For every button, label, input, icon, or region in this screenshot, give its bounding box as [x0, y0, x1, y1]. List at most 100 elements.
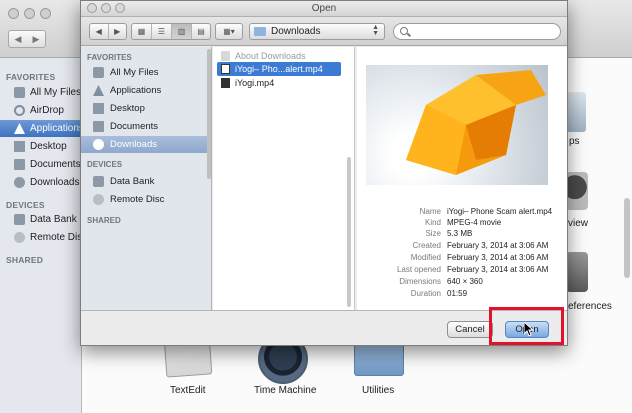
finder-sidebar-item-documents[interactable]: Documents: [0, 156, 82, 173]
finder-sidebar: FAVORITES All My Files AirDrop Applicati…: [0, 58, 87, 413]
file-item-label: iYogi– Pho...alert.mp4: [235, 64, 323, 74]
finder-sidebar-item-label: Remote Disc: [30, 232, 88, 243]
finder-sidebar-item-label: AirDrop: [30, 105, 64, 116]
finder-sidebar-item-label: Applications: [30, 123, 84, 134]
cover-flow-button[interactable]: ▤: [192, 24, 210, 39]
sidebar-item-remote-disc[interactable]: Remote Disc: [81, 191, 209, 208]
search-icon: [400, 27, 408, 35]
finder-sidebar-item-data-bank[interactable]: Data Bank: [0, 211, 82, 228]
documents-icon: [14, 159, 25, 170]
back-button[interactable]: ◀: [90, 24, 109, 39]
sidebar-item-all-my-files[interactable]: All My Files: [81, 64, 209, 81]
finder-sidebar-shared-header: SHARED: [6, 255, 44, 265]
metadata-value: 5.3 MB: [447, 229, 473, 238]
document-icon: [221, 51, 230, 61]
metadata-row: Last opened February 3, 2014 at 3:06 AM: [357, 265, 567, 276]
search-field[interactable]: [393, 23, 561, 40]
icon-view-button[interactable]: ▦: [132, 24, 152, 39]
sidebar-item-documents[interactable]: Documents: [81, 118, 209, 135]
app-icon-partial[interactable]: [566, 172, 588, 210]
forward-button[interactable]: ▶: [109, 24, 127, 39]
column-view-button[interactable]: ▥: [172, 24, 192, 39]
arrange-button[interactable]: ▦▾: [216, 24, 242, 39]
metadata-key: Created: [412, 241, 441, 250]
list-icon: ☰: [157, 27, 166, 36]
dialog-titlebar: Open: [81, 1, 567, 17]
finder-sidebar-item-label: Desktop: [30, 141, 67, 152]
system-preferences-icon[interactable]: [566, 252, 588, 292]
chevron-left-icon: ◀: [95, 27, 102, 36]
downloads-icon: [93, 139, 104, 150]
metadata-key: Last opened: [396, 265, 441, 274]
app-label-partial: ps: [569, 136, 580, 147]
finder-sidebar-item-remote-disc[interactable]: Remote Disc: [0, 229, 87, 246]
sidebar-favorites-header: FAVORITES: [87, 53, 132, 62]
list-view-button[interactable]: ☰: [152, 24, 172, 39]
all-files-icon: [93, 67, 104, 78]
finder-sidebar-item-applications[interactable]: Applications: [0, 120, 84, 137]
sidebar-scrollbar[interactable]: [207, 49, 211, 179]
orange-shape-graphic: [406, 70, 546, 175]
sidebar-item-applications[interactable]: Applications: [81, 82, 209, 99]
sidebar-item-label: Documents: [110, 121, 159, 132]
chevron-left-icon: ◀: [14, 33, 22, 44]
video-thumbnail[interactable]: [366, 65, 548, 185]
minimize-icon[interactable]: [24, 8, 35, 19]
popup-arrows-icon: ▲ ▼: [372, 24, 379, 37]
sidebar-item-label: Remote Disc: [110, 194, 165, 205]
finder-scrollbar[interactable]: [624, 198, 630, 278]
finder-sidebar-item-desktop[interactable]: Desktop: [0, 138, 82, 155]
location-popup[interactable]: Downloads ▲ ▼: [249, 23, 385, 40]
sidebar-item-desktop[interactable]: Desktop: [81, 100, 209, 117]
metadata-value: iYogi– Phone Scam alert.mp4: [447, 207, 553, 216]
airdrop-icon: [14, 105, 25, 116]
finder-sidebar-item-airdrop[interactable]: AirDrop: [0, 102, 82, 119]
preview-pane: Name iYogi– Phone Scam alert.mp4 Kind MP…: [357, 47, 567, 310]
finder-sidebar-item-label: Documents: [30, 159, 81, 170]
file-item-label: About Downloads: [235, 51, 306, 61]
metadata-row: Created February 3, 2014 at 3:06 AM: [357, 241, 567, 252]
sidebar-item-label: Desktop: [110, 103, 145, 114]
finder-sidebar-item-downloads[interactable]: Downloads: [0, 174, 82, 191]
file-column: About Downloads iYogi– Pho...alert.mp4 i…: [213, 47, 355, 310]
disc-icon: [93, 194, 104, 205]
app-icon-partial[interactable]: [566, 92, 586, 132]
metadata-key: Dimensions: [399, 277, 441, 286]
open-dialog: Open ◀ ▶ ▦ ☰ ▥ ▤ ▦▾ Downloads ▲ ▼ FAVORIT…: [80, 0, 568, 346]
hard-drive-icon: [14, 214, 25, 225]
app-label-partial: view: [568, 218, 589, 229]
finder-sidebar-item-all-my-files[interactable]: All My Files: [0, 84, 82, 101]
zoom-icon[interactable]: [40, 8, 51, 19]
finder-sidebar-item-label: All My Files: [30, 87, 82, 98]
folder-icon: [254, 27, 266, 36]
sidebar-item-label: All My Files: [110, 67, 159, 78]
metadata-row: Modified February 3, 2014 at 3:06 AM: [357, 253, 567, 264]
sidebar-devices-header: DEVICES: [87, 160, 123, 169]
sidebar-item-downloads[interactable]: Downloads: [81, 136, 209, 153]
movie-file-icon: [221, 64, 230, 74]
metadata-value: February 3, 2014 at 3:06 AM: [447, 241, 549, 250]
file-item-phone-scam-video[interactable]: iYogi– Pho...alert.mp4: [217, 62, 341, 76]
downloads-icon: [14, 177, 25, 188]
metadata-key: Duration: [410, 289, 441, 298]
metadata-value: February 3, 2014 at 3:06 AM: [447, 253, 549, 262]
chevron-right-icon: ▶: [114, 27, 121, 36]
sidebar-item-data-bank[interactable]: Data Bank: [81, 173, 209, 190]
cancel-button[interactable]: Cancel: [447, 321, 493, 338]
app-label-partial: eferences: [568, 301, 612, 312]
metadata-key: Name: [419, 207, 441, 216]
applications-icon: [93, 85, 104, 96]
file-column-scrollbar[interactable]: [347, 157, 351, 307]
file-item-about-downloads[interactable]: About Downloads: [217, 49, 341, 63]
hard-drive-icon: [93, 176, 104, 187]
dialog-toolbar: ◀ ▶ ▦ ☰ ▥ ▤ ▦▾ Downloads ▲ ▼: [81, 17, 567, 46]
back-forward-control: ◀ ▶: [89, 23, 127, 40]
dialog-sidebar: FAVORITES All My Files Applications Desk…: [81, 47, 212, 310]
close-icon[interactable]: [8, 8, 19, 19]
file-item-iyogi-video[interactable]: iYogi.mp4: [217, 76, 341, 90]
dialog-title: Open: [311, 3, 337, 14]
finder-back-forward-button[interactable]: ◀ ▶: [8, 30, 46, 48]
disc-icon: [14, 232, 25, 243]
metadata-key: Kind: [424, 218, 441, 227]
arrange-control: ▦▾: [215, 23, 243, 40]
